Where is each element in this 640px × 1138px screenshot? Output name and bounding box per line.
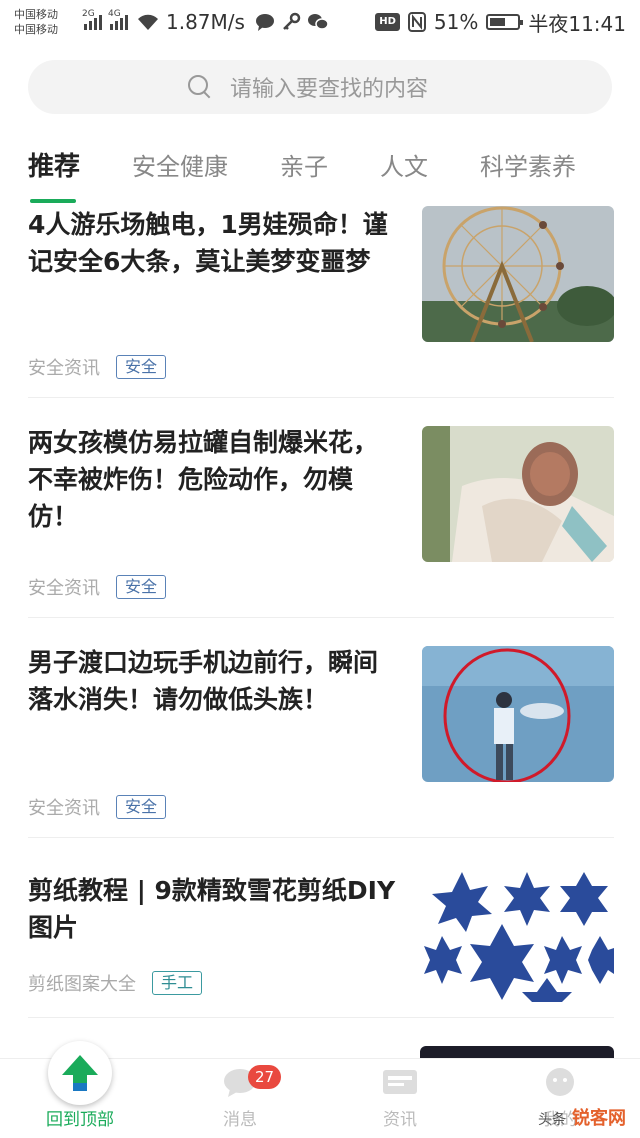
next-item-thumbnail-edge <box>420 1046 614 1058</box>
signal-4g-icon: 4G <box>108 9 130 30</box>
news-tag: 安全 <box>116 795 167 819</box>
watermark: 头条 锐客网 <box>538 1108 626 1129</box>
news-source: 安全资讯 <box>28 798 100 819</box>
tab-parenting[interactable]: 亲子 <box>280 145 328 205</box>
news-title: 两女孩模仿易拉罐自制爆米花，不幸被炸伤！危险动作，勿模仿！ <box>28 428 379 531</box>
news-item[interactable]: 男子渡口边玩手机边前行，瞬间落水消失！请勿做低头族！ 安全资讯 安全 <box>28 644 614 838</box>
chat-bubble-icon <box>255 12 275 32</box>
news-title: 4人游乐场触电，1男娃殒命！谨记安全6大条，莫让美梦变噩梦 <box>28 210 388 276</box>
signal-2g-icon: 2G <box>82 9 104 30</box>
battery-percent: 51% <box>433 10 479 34</box>
news-meta: 安全资讯 安全 <box>28 354 167 380</box>
carrier-labels: 中国移动 中国移动 <box>14 7 84 37</box>
nav-news[interactable]: 资讯 <box>320 1059 480 1138</box>
news-tag: 手工 <box>152 971 203 995</box>
ferris-wheel-image <box>422 206 614 342</box>
news-item[interactable]: 4人游乐场触电，1男娃殒命！谨记安全6大条，莫让美梦变噩梦 安全资讯 安全 <box>28 206 614 398</box>
man-at-water-image <box>422 646 614 782</box>
tab-safety-health[interactable]: 安全健康 <box>132 145 228 205</box>
nav-label: 回到顶部 <box>46 1110 114 1130</box>
news-source: 剪纸图案大全 <box>28 974 136 995</box>
carrier-2: 中国移动 <box>14 23 58 36</box>
search-icon <box>188 75 212 99</box>
news-tag: 安全 <box>116 355 167 379</box>
tab-humanities[interactable]: 人文 <box>380 145 428 205</box>
battery-icon <box>486 14 524 30</box>
news-item[interactable]: 两女孩模仿易拉罐自制爆米花，不幸被炸伤！危险动作，勿模仿！ 安全资讯 安全 <box>28 424 614 618</box>
news-title: 剪纸教程 | 9款精致雪花剪纸DIY图片 <box>28 876 396 942</box>
key-icon <box>281 12 301 32</box>
news-item[interactable]: 剪纸教程 | 9款精致雪花剪纸DIY图片 剪纸图案大全 手工 <box>28 866 614 1018</box>
news-tag: 安全 <box>116 575 167 599</box>
news-meta: 安全资讯 安全 <box>28 574 167 600</box>
news-source: 安全资讯 <box>28 578 100 599</box>
nav-label: 消息 <box>223 1110 257 1130</box>
wifi-icon <box>136 13 160 31</box>
tab-science[interactable]: 科学素养 <box>480 145 576 205</box>
carrier-1: 中国移动 <box>14 8 58 21</box>
search-bar[interactable]: 请输入要查找的内容 <box>28 60 612 114</box>
paper-snowflakes-image <box>422 866 614 1002</box>
arrow-up-icon[interactable] <box>48 1041 112 1105</box>
clock: 半夜11:41 <box>528 11 626 36</box>
bottom-nav: 回到顶部 27 消息 资讯 我的 头条 锐客网 <box>0 1041 640 1138</box>
news-meta: 安全资讯 安全 <box>28 794 167 820</box>
tab-recommend[interactable]: 推荐 <box>28 145 80 205</box>
nav-label: 资讯 <box>383 1110 417 1130</box>
profile-icon <box>546 1068 574 1096</box>
hd-icon: HD <box>375 13 400 31</box>
nav-back-to-top[interactable]: 回到顶部 <box>0 1041 160 1138</box>
news-source: 安全资讯 <box>28 358 100 379</box>
nav-messages[interactable]: 27 消息 <box>160 1059 320 1138</box>
news-icon <box>383 1070 417 1094</box>
news-meta: 剪纸图案大全 手工 <box>28 970 203 996</box>
search-placeholder: 请输入要查找的内容 <box>230 77 429 102</box>
network-speed: 1.87M/s <box>166 10 245 34</box>
wechat-icon <box>307 12 329 32</box>
injured-child-image <box>422 426 614 562</box>
status-bar: 中国移动 中国移动 2G 4G 1.87M/s HD 51% 半夜11:41 <box>0 0 640 44</box>
message-badge: 27 <box>248 1065 282 1089</box>
category-tabs: 推荐 安全健康 亲子 人文 科学素养 <box>28 145 618 205</box>
nfc-icon <box>407 12 426 32</box>
news-title: 男子渡口边玩手机边前行，瞬间落水消失！请勿做低头族！ <box>28 648 379 714</box>
